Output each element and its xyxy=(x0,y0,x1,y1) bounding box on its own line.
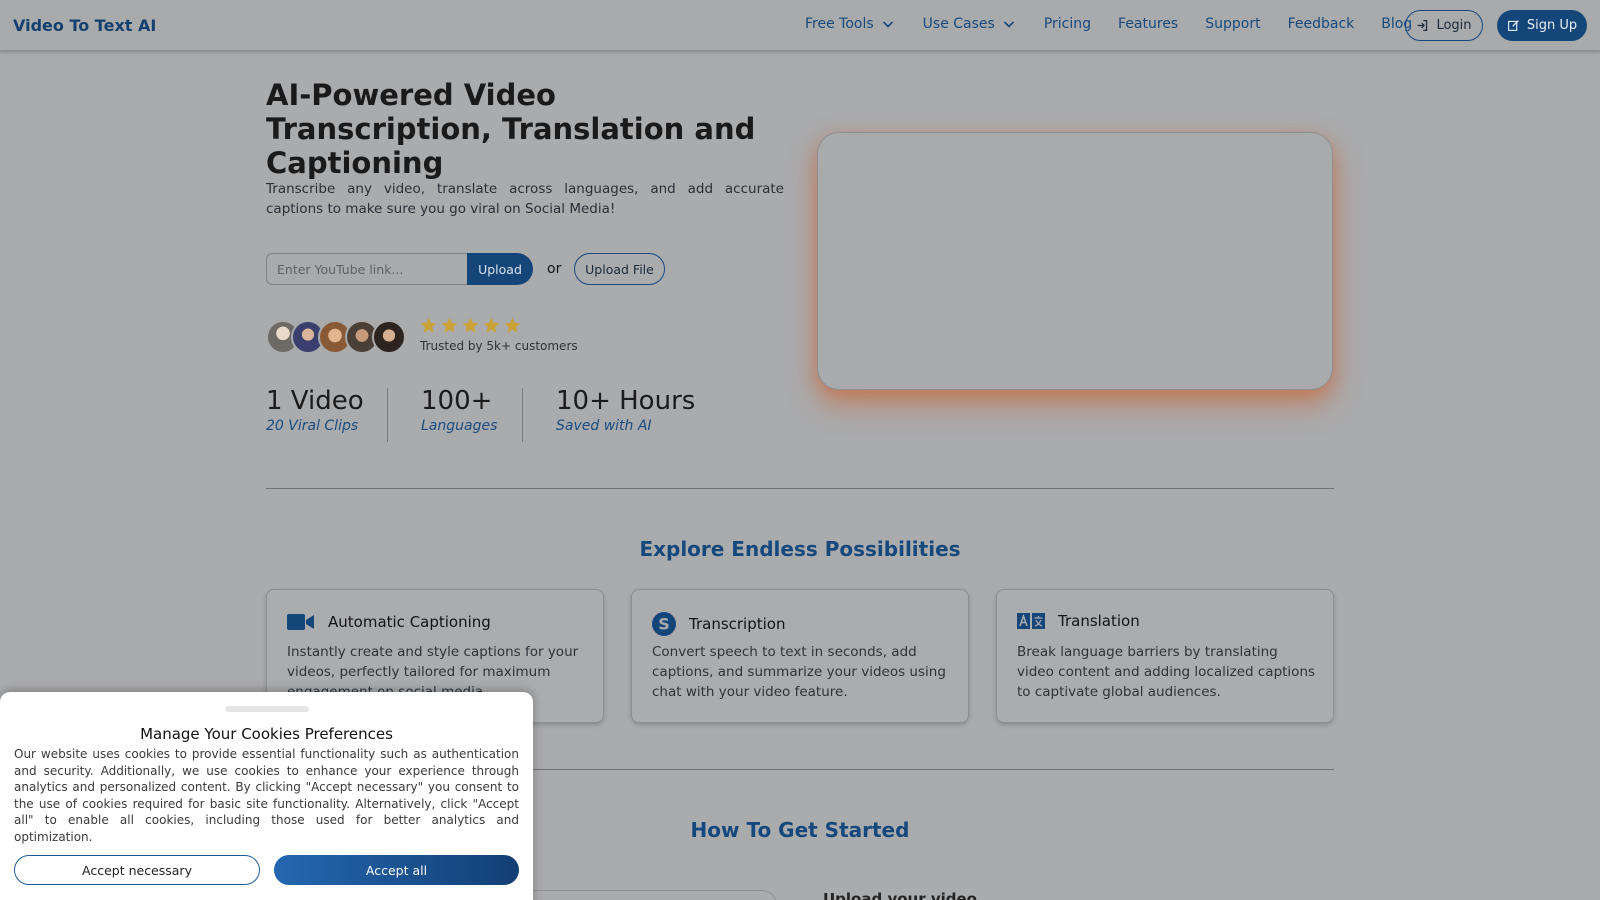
chevron-down-icon xyxy=(882,21,893,28)
nav-item-support[interactable]: Support xyxy=(1205,16,1260,32)
top-navbar: Video To Text AI Free Tools Use Cases Pr… xyxy=(0,0,1600,52)
stat-label: 20 Viral Clips xyxy=(266,418,359,434)
rating-stars xyxy=(419,316,522,335)
nav-item-use-cases[interactable]: Use Cases xyxy=(923,16,1017,32)
upload-file-button[interactable]: Upload File xyxy=(574,253,665,285)
section-divider xyxy=(266,488,1334,489)
youtube-link-input[interactable] xyxy=(266,253,468,285)
accept-necessary-button[interactable]: Accept necessary xyxy=(14,855,260,885)
edit-icon xyxy=(1507,20,1519,31)
nav-item-pricing[interactable]: Pricing xyxy=(1044,16,1091,32)
hero-description: Transcribe any video, translate across l… xyxy=(266,181,784,217)
cookie-description: Our website uses cookies to provide esse… xyxy=(14,747,519,844)
chevron-down-icon xyxy=(1003,21,1014,28)
card-title: Transcription xyxy=(689,615,786,633)
star-icon xyxy=(504,317,521,333)
nav-item-label: Use Cases xyxy=(922,16,995,32)
cookie-title: Manage Your Cookies Preferences xyxy=(140,725,393,743)
avatar xyxy=(372,320,406,354)
brand-logo[interactable]: Video To Text AI xyxy=(13,16,156,35)
stat-videos: 1 Video 20 Viral Clips xyxy=(266,386,364,434)
hero-video-player[interactable] xyxy=(817,132,1333,390)
hero-title: AI-Powered Video Transcription, Translat… xyxy=(266,78,756,180)
stat-value: 100+ xyxy=(421,386,493,416)
card-header: S Transcription xyxy=(652,612,785,636)
step-title: Upload your video xyxy=(823,890,977,900)
stat-value: 1 Video xyxy=(266,386,364,416)
feature-card-translation[interactable]: Translation Break language barriers by t… xyxy=(996,589,1334,723)
svg-text:S: S xyxy=(658,615,670,634)
signup-label: Sign Up xyxy=(1526,18,1578,33)
login-button[interactable]: Login xyxy=(1405,10,1483,41)
login-label: Login xyxy=(1436,18,1472,33)
card-header: Translation xyxy=(1017,612,1140,630)
nav-item-label: Free Tools xyxy=(805,16,874,32)
stat-hours: 10+ Hours Saved with AI xyxy=(556,386,695,434)
or-separator: or xyxy=(547,261,562,277)
star-icon xyxy=(462,317,479,333)
card-title: Automatic Captioning xyxy=(328,613,491,631)
nav-links: Free Tools Use Cases Pricing Features Su… xyxy=(805,16,1439,32)
accept-all-button[interactable]: Accept all xyxy=(274,855,519,885)
transcription-s-icon: S xyxy=(652,612,676,636)
nav-item-feedback[interactable]: Feedback xyxy=(1288,16,1355,32)
signup-button[interactable]: Sign Up xyxy=(1497,10,1587,41)
drag-handle[interactable] xyxy=(225,706,309,712)
card-text: Break language barriers by translating v… xyxy=(1017,644,1316,700)
stat-divider xyxy=(387,388,388,442)
nav-item-free-tools[interactable]: Free Tools xyxy=(805,16,896,32)
upload-button[interactable]: Upload xyxy=(467,253,533,285)
video-camera-icon xyxy=(287,614,314,630)
stat-divider xyxy=(522,388,523,442)
star-icon xyxy=(420,317,437,333)
card-text: Convert speech to text in seconds, add c… xyxy=(652,644,946,700)
cookie-consent-modal: Manage Your Cookies Preferences Our webs… xyxy=(0,692,533,900)
login-icon xyxy=(1418,20,1428,31)
card-header: Automatic Captioning xyxy=(287,612,491,632)
features-title: Explore Endless Possibilities xyxy=(639,537,961,561)
star-icon xyxy=(483,317,500,333)
card-title: Translation xyxy=(1058,612,1140,630)
nav-item-features[interactable]: Features xyxy=(1118,16,1178,32)
feature-card-transcription[interactable]: S Transcription Convert speech to text i… xyxy=(631,589,969,723)
stat-label: Saved with AI xyxy=(556,418,652,434)
stat-label: Languages xyxy=(421,418,498,434)
stat-languages: 100+ Languages xyxy=(421,386,497,434)
trusted-text: Trusted by 5k+ customers xyxy=(420,339,578,353)
star-icon xyxy=(441,317,458,333)
stat-value: 10+ Hours xyxy=(556,386,696,416)
translate-icon xyxy=(1017,613,1045,629)
